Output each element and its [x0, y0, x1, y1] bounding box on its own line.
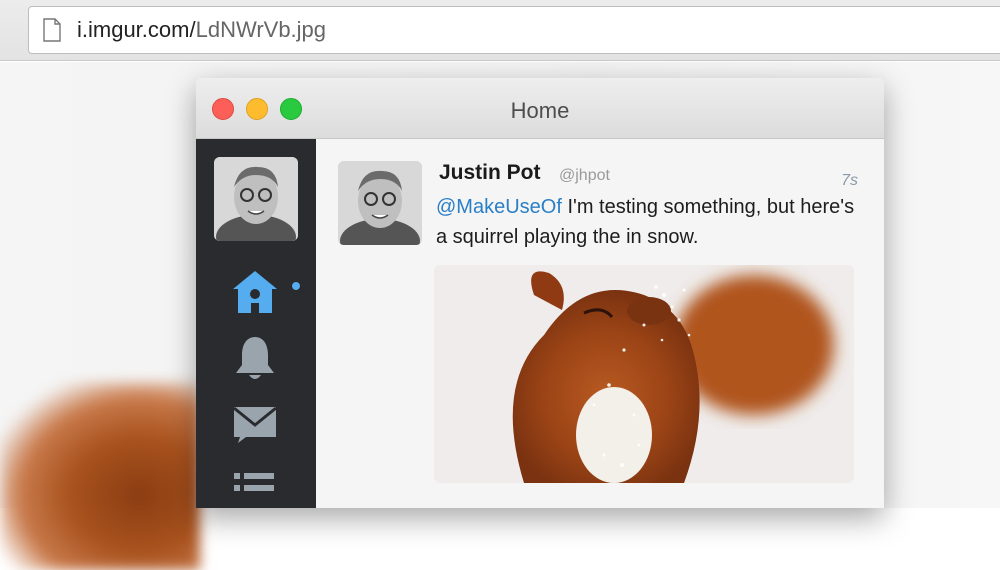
tweet-author-name[interactable]: Justin Pot — [439, 161, 541, 185]
unread-indicator — [290, 280, 302, 292]
browser-toolbar: i.imgur.com/LdNWrVb.jpg — [0, 0, 1000, 61]
address-bar[interactable]: i.imgur.com/LdNWrVb.jpg — [28, 6, 1000, 54]
url-path: LdNWrVb.jpg — [195, 17, 327, 42]
squirrel-photo — [434, 265, 854, 483]
home-icon[interactable] — [230, 267, 280, 317]
avatar-photo — [214, 157, 298, 241]
tweet-mention-link[interactable]: @MakeUseOf — [436, 196, 562, 218]
tweet-author-handle[interactable]: @jhpot — [559, 167, 610, 185]
url-text[interactable]: i.imgur.com/LdNWrVb.jpg — [77, 17, 326, 43]
bell-icon[interactable] — [230, 333, 280, 383]
tweet-media-photo[interactable] — [434, 265, 854, 483]
account-avatar[interactable] — [214, 157, 298, 241]
tweet-timestamp[interactable]: 7s — [841, 172, 858, 190]
envelope-icon[interactable] — [230, 397, 280, 447]
background-squirrel-photo — [0, 382, 200, 570]
list-icon[interactable] — [230, 461, 280, 508]
url-host: i.imgur.com/ — [77, 17, 196, 42]
window-title: Home — [510, 98, 570, 123]
tweet-author-avatar[interactable] — [338, 161, 422, 245]
tweet-text: @MakeUseOf I'm testing something, but he… — [436, 192, 866, 252]
avatar-photo — [338, 161, 422, 245]
sidebar — [196, 139, 316, 508]
home-timeline[interactable]: Justin Pot @jhpot 7s @MakeUseOf I'm test… — [316, 139, 884, 508]
window-titlebar[interactable]: Home — [196, 78, 884, 139]
app-window: Home Justin Pot @jhpot 7s @MakeUseOf I'm… — [196, 78, 884, 508]
page-icon — [43, 18, 61, 42]
